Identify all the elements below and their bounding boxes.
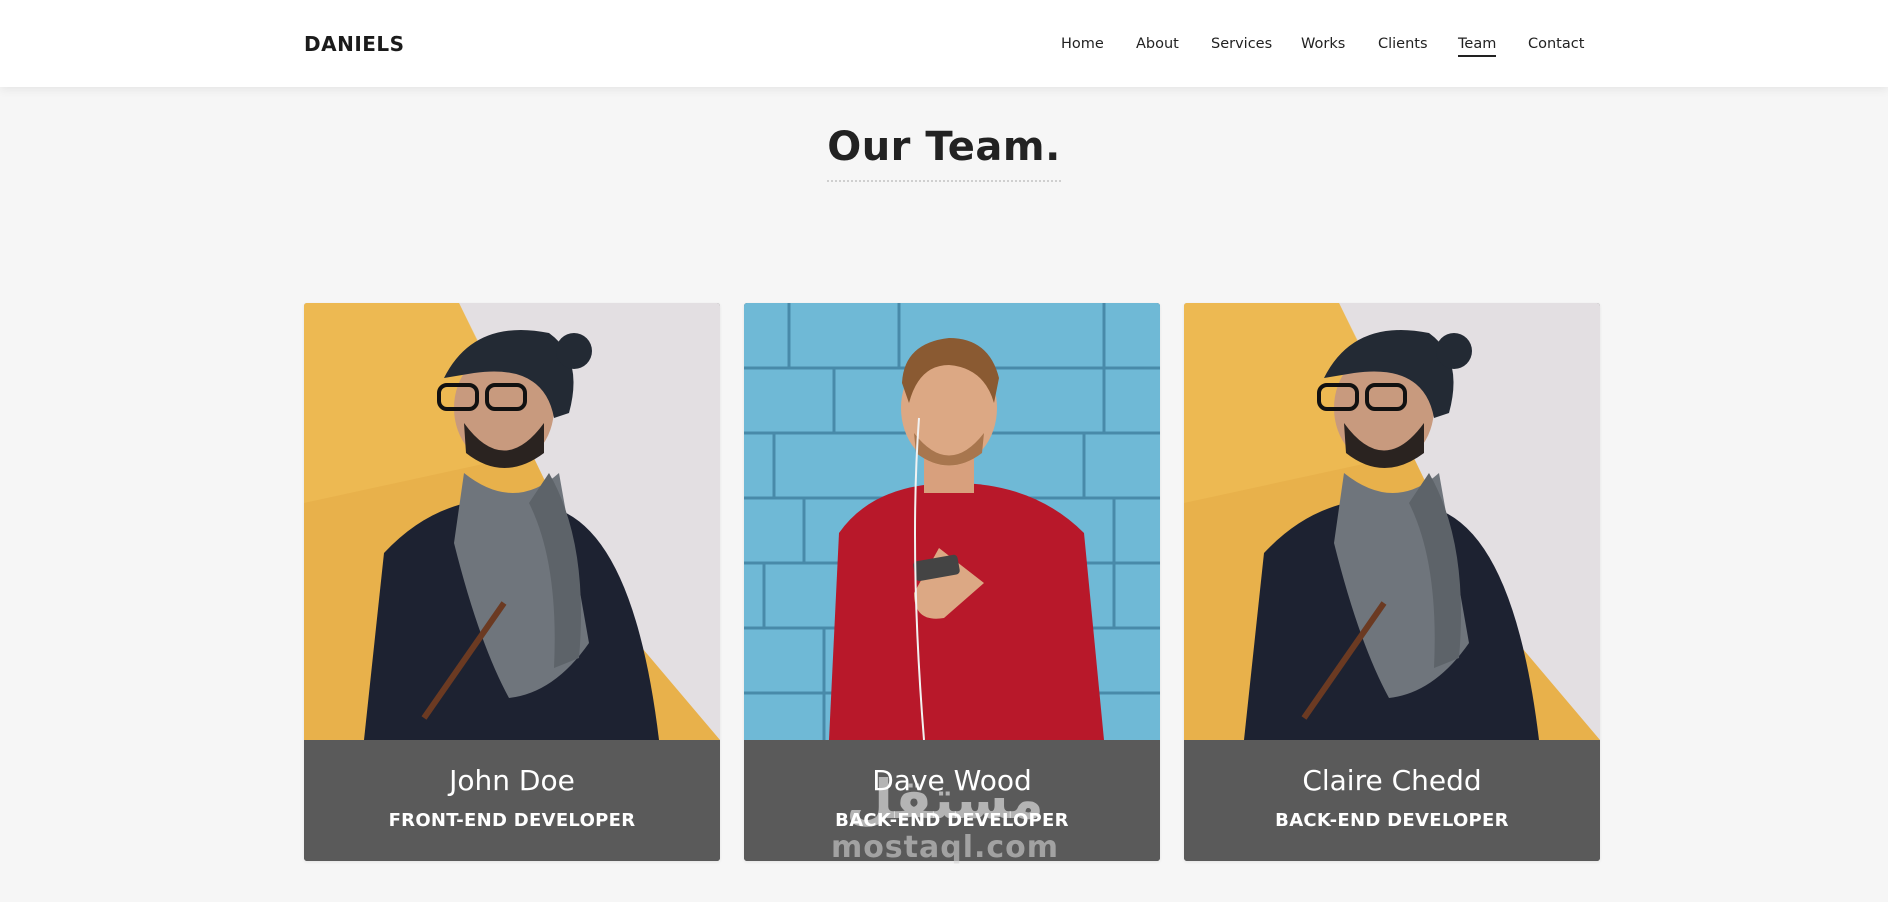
team-card[interactable]: Claire Chedd BACK-END DEVELOPER [1184, 303, 1600, 861]
team-member-info: Dave Wood BACK-END DEVELOPER [744, 740, 1160, 861]
nav-link-home[interactable]: Home [1061, 36, 1104, 52]
team-member-info: Claire Chedd BACK-END DEVELOPER [1184, 740, 1600, 861]
team-card[interactable]: Dave Wood BACK-END DEVELOPER [744, 303, 1160, 861]
team-member-role: BACK-END DEVELOPER [1275, 810, 1509, 831]
team-member-role: FRONT-END DEVELOPER [388, 810, 636, 831]
nav-link-team[interactable]: Team [1458, 36, 1497, 57]
team-member-name: Claire Chedd [1302, 764, 1482, 797]
team-member-role: BACK-END DEVELOPER [835, 810, 1069, 831]
team-member-photo [744, 303, 1160, 740]
team-member-info: John Doe FRONT-END DEVELOPER [304, 740, 720, 861]
team-member-name: John Doe [449, 764, 575, 797]
team-member-photo [1184, 303, 1600, 740]
team-section-heading: Our Team. [0, 124, 1888, 182]
nav-link-clients[interactable]: Clients [1378, 36, 1428, 52]
nav-link-works[interactable]: Works [1301, 36, 1345, 52]
main-nav: Home About Services Works Clients Team C… [0, 36, 1888, 57]
nav-link-about[interactable]: About [1136, 36, 1179, 52]
team-member-photo [304, 303, 720, 740]
team-card[interactable]: John Doe FRONT-END DEVELOPER [304, 303, 720, 861]
top-navbar: DANIELS Home About Services Works Client… [0, 0, 1888, 87]
team-member-name: Dave Wood [872, 764, 1032, 797]
nav-link-contact[interactable]: Contact [1528, 36, 1584, 52]
section-title: Our Team. [827, 124, 1061, 182]
nav-link-services[interactable]: Services [1211, 36, 1272, 52]
